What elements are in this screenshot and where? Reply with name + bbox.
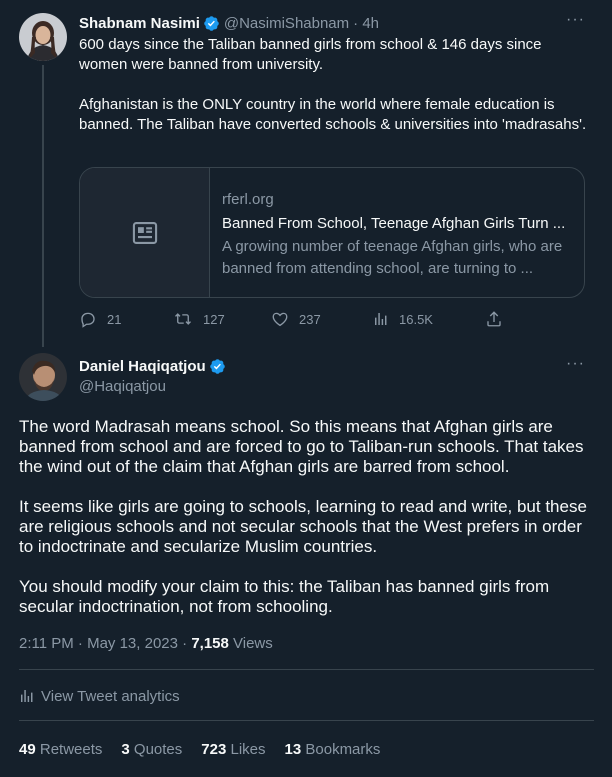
- quotes-count: 3: [121, 740, 130, 758]
- card-body: rferl.org Banned From School, Teenage Af…: [210, 168, 584, 297]
- views-number: 7,158: [191, 635, 229, 652]
- card-title: Banned From School, Teenage Afghan Girls…: [222, 215, 566, 232]
- card-domain: rferl.org: [222, 191, 274, 208]
- more-icon[interactable]: ···: [566, 11, 585, 29]
- retweet-count: 127: [203, 311, 225, 327]
- quotes-stat[interactable]: 3 Quotes: [121, 741, 182, 758]
- share-icon: [487, 311, 501, 327]
- bookmarks-count: 13: [284, 740, 302, 758]
- share-button[interactable]: [485, 310, 513, 328]
- views-count: 16.5K: [399, 311, 433, 327]
- tweet-timestamp: 2:11 PM · May 13, 2023 · 7,158 Views: [19, 634, 273, 654]
- timestamp-text[interactable]: 2:11 PM · May 13, 2023 ·: [19, 635, 191, 652]
- tweet-paragraph: Afghanistan is the ONLY country in the w…: [79, 96, 587, 133]
- views-label: Views: [228, 635, 273, 652]
- reply-tweet-text: 600 days since the Taliban banned girls …: [79, 35, 589, 135]
- analytics-label: View Tweet analytics: [41, 687, 180, 705]
- card-thumbnail: [80, 168, 210, 297]
- verified-badge-icon: [209, 358, 225, 374]
- analytics-icon: [21, 690, 33, 702]
- more-icon[interactable]: ···: [566, 355, 585, 373]
- retweets-label: Retweets: [39, 740, 103, 758]
- like-icon: [272, 312, 288, 327]
- tweet-stats: 49 Retweets 3 Quotes 723 Likes 13 Bookma…: [19, 739, 380, 759]
- retweet-icon: [175, 313, 191, 325]
- views-icon: [375, 313, 387, 325]
- author-handle[interactable]: @NasimiShabnam: [224, 15, 349, 32]
- verified-badge-icon: [204, 15, 219, 31]
- quotes-label: Quotes: [133, 740, 183, 758]
- reply-icon: [81, 312, 95, 328]
- avatar-image: [19, 13, 67, 61]
- author-handle[interactable]: @Haqiqatjou: [79, 377, 226, 397]
- avatar-image: [19, 353, 67, 401]
- view-analytics-link[interactable]: View Tweet analytics: [19, 686, 180, 706]
- bookmarks-stat[interactable]: 13 Bookmarks: [285, 741, 381, 758]
- likes-count: 723: [201, 740, 227, 758]
- reply-tweet-header: Shabnam Nasimi @NasimiShabnam · 4h: [79, 13, 379, 33]
- main-tweet-header: Daniel Haqiqatjou @Haqiqatjou: [79, 356, 226, 397]
- tweet-paragraph: The word Madrasah means school. So this …: [19, 417, 584, 476]
- thread-line: [42, 65, 44, 347]
- tweet-time[interactable]: · 4h: [353, 15, 379, 32]
- divider: [19, 720, 594, 721]
- retweets-count: 49: [19, 740, 36, 758]
- main-tweet-text: The word Madrasah means school. So this …: [19, 417, 594, 617]
- likes-label: Likes: [230, 740, 266, 758]
- retweets-stat[interactable]: 49 Retweets: [19, 741, 102, 758]
- card-description: A growing number of teenage Afghan girls…: [222, 238, 563, 277]
- avatar-daniel[interactable]: [19, 353, 67, 401]
- reply-tweet-actions: 21 127 237 16.5K: [79, 310, 519, 330]
- bookmarks-label: Bookmarks: [305, 740, 381, 758]
- reply-button[interactable]: 21: [79, 310, 121, 328]
- reply-count: 21: [107, 311, 122, 327]
- news-article-icon: [132, 221, 157, 244]
- like-count: 237: [299, 311, 321, 327]
- tweet-paragraph: 600 days since the Taliban banned girls …: [79, 36, 542, 73]
- tweet-paragraph: It seems like girls are going to schools…: [19, 497, 587, 556]
- views-button[interactable]: 16.5K: [373, 310, 433, 328]
- author-name[interactable]: Shabnam Nasimi: [79, 15, 200, 32]
- likes-stat[interactable]: 723 Likes: [201, 741, 265, 758]
- link-card[interactable]: rferl.org Banned From School, Teenage Af…: [79, 167, 585, 298]
- like-button[interactable]: 237: [271, 310, 321, 328]
- divider: [19, 669, 594, 670]
- tweet-paragraph: You should modify your claim to this: th…: [19, 577, 550, 616]
- avatar-shabnam[interactable]: [19, 13, 67, 61]
- author-name[interactable]: Daniel Haqiqatjou: [79, 358, 206, 375]
- retweet-button[interactable]: 127: [173, 310, 225, 328]
